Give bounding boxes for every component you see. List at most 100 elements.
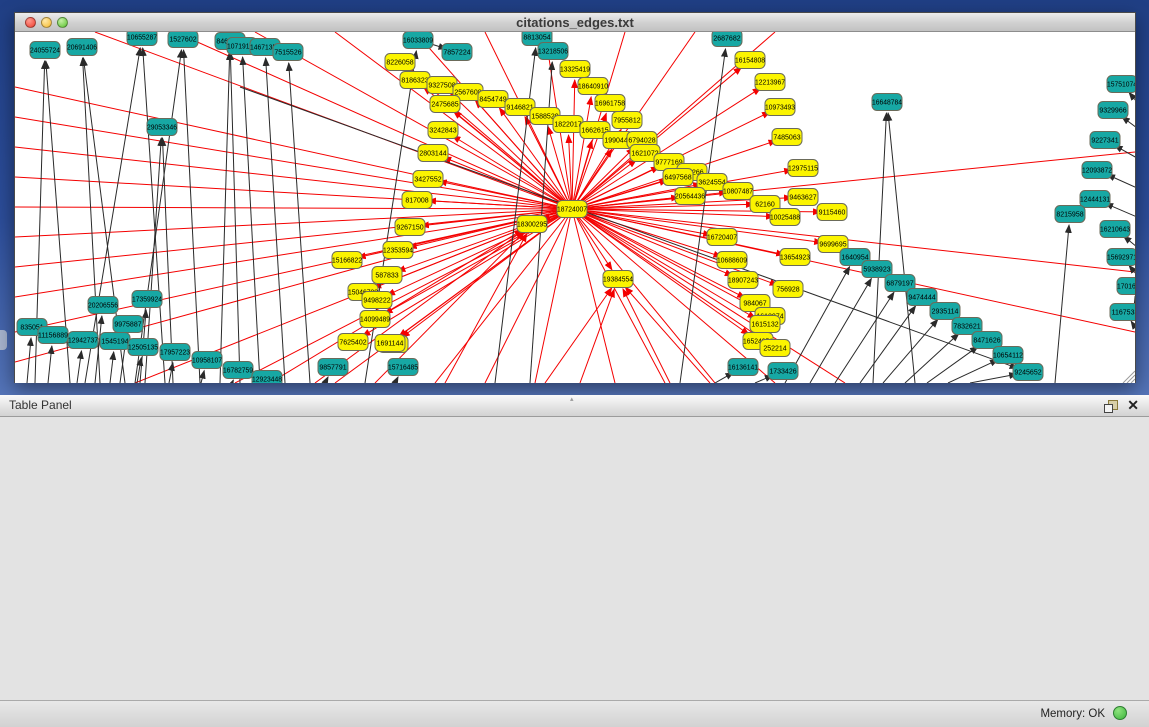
graph-node[interactable]: 2935114 bbox=[930, 303, 960, 320]
graph-node[interactable]: 9227341 bbox=[1090, 132, 1120, 149]
graph-node[interactable]: 12353594 bbox=[383, 242, 413, 259]
graph-node[interactable]: 12505135 bbox=[128, 339, 158, 356]
graph-node[interactable]: 16720407 bbox=[707, 229, 737, 246]
graph-node[interactable]: 12093872 bbox=[1082, 162, 1112, 179]
graph-node[interactable]: 11156889 bbox=[38, 327, 68, 344]
float-panel-icon[interactable] bbox=[1104, 400, 1117, 412]
graph-node[interactable]: 1545194 bbox=[100, 333, 130, 350]
graph-node[interactable]: 15692971 bbox=[1107, 249, 1135, 266]
graph-node[interactable]: 2475685 bbox=[430, 96, 460, 113]
graph-node[interactable]: 9975887 bbox=[113, 316, 143, 333]
graph-node[interactable]: 7625402 bbox=[338, 334, 368, 351]
graph-node[interactable]: 18907243 bbox=[728, 272, 758, 289]
graph-node[interactable]: 10655287 bbox=[127, 32, 157, 46]
memory-status-indicator[interactable] bbox=[1113, 706, 1127, 720]
graph-node[interactable]: 7485063 bbox=[772, 129, 802, 146]
graph-node[interactable]: 16136141 bbox=[728, 359, 758, 376]
graph-node[interactable]: 587833 bbox=[372, 267, 402, 284]
graph-node[interactable]: 12975115 bbox=[788, 160, 818, 177]
sidebar-collapse-handle[interactable] bbox=[0, 330, 7, 350]
graph-edge bbox=[888, 113, 915, 383]
graph-node[interactable]: 1167533 bbox=[1110, 304, 1135, 321]
window-resize-grip[interactable] bbox=[1131, 379, 1135, 383]
svg-text:20564436: 20564436 bbox=[675, 194, 705, 201]
svg-text:9699695: 9699695 bbox=[819, 242, 846, 249]
graph-node[interactable]: 8186323 bbox=[400, 72, 430, 89]
svg-text:1822017: 1822017 bbox=[554, 122, 581, 129]
graph-node[interactable]: 24055724 bbox=[30, 42, 60, 59]
network-view-window[interactable]: citations_edges.txt 18724007 822605881863… bbox=[14, 12, 1136, 383]
graph-node[interactable]: 10973493 bbox=[765, 99, 795, 116]
graph-node[interactable]: 16033809 bbox=[403, 32, 433, 49]
graph-node[interactable]: 1691144 bbox=[375, 335, 405, 352]
graph-node[interactable]: 10688609 bbox=[717, 252, 747, 269]
graph-node[interactable]: 9115460 bbox=[817, 204, 847, 221]
graph-node[interactable]: 15166822 bbox=[332, 252, 362, 269]
network-window-titlebar[interactable]: citations_edges.txt bbox=[15, 13, 1135, 32]
graph-node[interactable]: 1733426 bbox=[768, 363, 798, 380]
graph-node[interactable]: 9857791 bbox=[318, 359, 348, 376]
graph-node[interactable]: 6497568 bbox=[663, 169, 693, 186]
graph-node[interactable]: 10654112 bbox=[993, 347, 1023, 364]
graph-node[interactable]: 14099489 bbox=[360, 311, 390, 328]
graph-node[interactable]: 7857224 bbox=[442, 44, 472, 61]
graph-node[interactable]: 29053346 bbox=[147, 119, 177, 136]
graph-node[interactable]: 9267150 bbox=[395, 219, 425, 236]
graph-node[interactable]: 9498222 bbox=[362, 292, 392, 309]
svg-text:1733426: 1733426 bbox=[769, 369, 796, 376]
graph-node[interactable]: 20564436 bbox=[675, 188, 705, 205]
graph-node[interactable]: 17359924 bbox=[132, 291, 162, 308]
graph-node[interactable]: 8454749 bbox=[478, 91, 508, 108]
graph-node[interactable]: 8226058 bbox=[385, 54, 415, 71]
graph-node[interactable]: 12213967 bbox=[755, 74, 785, 91]
window-resize-grip[interactable] bbox=[1127, 375, 1135, 383]
graph-node[interactable]: 19384554 bbox=[603, 271, 633, 288]
graph-node[interactable]: 17016504 bbox=[1117, 278, 1135, 295]
graph-node[interactable]: 10025488 bbox=[770, 209, 800, 226]
graph-node[interactable]: 13218506 bbox=[538, 43, 568, 60]
svg-text:15751074: 15751074 bbox=[1107, 82, 1135, 89]
graph-node[interactable]: 16154808 bbox=[735, 52, 765, 69]
graph-node[interactable]: 3427552 bbox=[413, 171, 443, 188]
graph-node[interactable]: 9329966 bbox=[1098, 102, 1128, 119]
graph-node[interactable]: 1615132 bbox=[750, 316, 780, 333]
graph-node[interactable]: 756928 bbox=[773, 281, 803, 298]
graph-node[interactable]: 17957223 bbox=[160, 344, 190, 361]
graph-node[interactable]: 1822017 bbox=[553, 116, 583, 133]
graph-node[interactable]: 18640910 bbox=[578, 78, 608, 95]
network-canvas[interactable]: 1872400782260588186323932750825676088454… bbox=[15, 32, 1135, 383]
graph-node[interactable]: 10807487 bbox=[723, 183, 753, 200]
graph-node[interactable]: 2687682 bbox=[712, 32, 742, 47]
graph-node[interactable]: 20691406 bbox=[67, 39, 97, 56]
graph-node[interactable]: 10958107 bbox=[192, 352, 222, 369]
graph-node[interactable]: 817008 bbox=[402, 192, 432, 209]
graph-node[interactable]: 8215958 bbox=[1055, 206, 1085, 223]
graph-node[interactable]: 9463627 bbox=[788, 189, 818, 206]
graph-node[interactable]: 13325419 bbox=[560, 61, 590, 78]
splitter-handle[interactable]: ▴ bbox=[570, 397, 579, 402]
graph-node[interactable]: 12923448 bbox=[252, 371, 282, 384]
svg-text:16961758: 16961758 bbox=[595, 101, 625, 108]
graph-node[interactable]: 13654923 bbox=[780, 249, 810, 266]
graph-node[interactable]: 16210643 bbox=[1100, 221, 1130, 238]
graph-node[interactable]: 12444131 bbox=[1080, 191, 1110, 208]
graph-node[interactable]: 2803144 bbox=[418, 145, 448, 162]
graph-node[interactable]: 252214 bbox=[760, 340, 790, 357]
graph-node[interactable]: 15716485 bbox=[388, 359, 418, 376]
graph-node[interactable]: 15751074 bbox=[1107, 76, 1135, 93]
svg-text:6497568: 6497568 bbox=[664, 175, 691, 182]
graph-node[interactable]: 8471626 bbox=[972, 332, 1002, 349]
graph-node[interactable]: 3242843 bbox=[428, 122, 458, 139]
graph-node[interactable]: 12942737 bbox=[68, 332, 98, 349]
graph-node[interactable]: 20206556 bbox=[88, 297, 118, 314]
graph-node[interactable]: 16782759 bbox=[223, 362, 253, 379]
graph-node[interactable]: 18300295 bbox=[517, 216, 547, 233]
graph-node[interactable]: 9245652 bbox=[1013, 364, 1043, 381]
graph-node[interactable]: 16648784 bbox=[872, 94, 902, 111]
graph-node[interactable]: 18724007 bbox=[557, 201, 587, 218]
graph-node[interactable]: 1527602 bbox=[168, 32, 198, 48]
graph-node[interactable]: 7955812 bbox=[612, 112, 642, 129]
close-panel-icon[interactable]: ✕ bbox=[1127, 397, 1139, 413]
graph-node[interactable]: 7515526 bbox=[273, 44, 303, 61]
graph-node[interactable]: 16961758 bbox=[595, 95, 625, 112]
